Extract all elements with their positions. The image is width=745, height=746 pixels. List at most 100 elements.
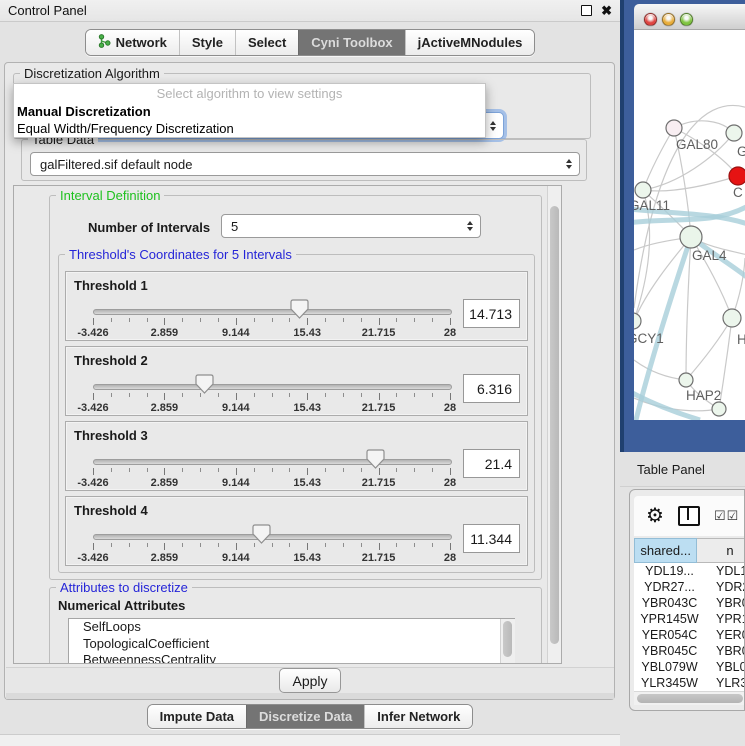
svg-text:H: H xyxy=(737,332,745,347)
slider-handle-icon[interactable] xyxy=(290,299,309,319)
attributes-scrollbar[interactable] xyxy=(500,619,515,664)
table-hscrollbar-thumb[interactable] xyxy=(637,694,743,703)
tab-label: Style xyxy=(192,35,223,50)
cyni-toolbox-panel: Discretization Algorithm Table Data galF… xyxy=(4,62,615,700)
window-title: Control Panel xyxy=(8,3,87,18)
top-tab-bar: Network Style Select Cyni ToolboxjActiveMNo… xyxy=(85,29,536,56)
gear-icon[interactable]: ⚙ xyxy=(646,506,664,526)
control-panel-window: Control Panel ✖ Network Style Select Cyni T… xyxy=(0,0,620,745)
cell-name: YDL1 xyxy=(705,564,745,578)
settings-scrollbar[interactable] xyxy=(547,186,562,663)
algorithm-option-equal-width-frequency-discretization[interactable]: Equal Width/Frequency Discretization xyxy=(14,120,485,137)
network-node xyxy=(712,402,726,416)
attribute-item-topologicalcoefficient[interactable]: TopologicalCoefficient xyxy=(69,636,514,653)
float-panel-icon[interactable] xyxy=(581,5,592,16)
scale-label: 21.715 xyxy=(362,402,396,414)
table-panel-title: Table Panel xyxy=(637,462,705,477)
svg-text:GAL11: GAL11 xyxy=(634,198,670,213)
network-canvas[interactable]: GAL80GACGAL11GAL4GCY1HHAP2 xyxy=(634,30,745,420)
table-row[interactable]: YPR145WYPR1 xyxy=(634,611,745,627)
svg-text:GCY1: GCY1 xyxy=(634,331,664,346)
top-tab-row: Network Style Select Cyni ToolboxjActiveMNo… xyxy=(0,29,620,56)
network-node-c xyxy=(729,167,745,185)
scale-label: 28 xyxy=(444,477,456,489)
network-node-ga xyxy=(726,125,742,141)
tab-impute-data[interactable]: Impute Data xyxy=(148,705,246,728)
table-data-combo[interactable]: galFiltered.sif default node xyxy=(30,152,580,176)
table-data-group: Table Data galFiltered.sif default node xyxy=(21,139,587,181)
table-row[interactable]: YBR045CYBR0 xyxy=(634,643,745,659)
algorithm-group-title: Discretization Algorithm xyxy=(20,66,164,81)
scale-label: 21.715 xyxy=(362,327,396,339)
table-row[interactable]: YDL19...YDL1 xyxy=(634,563,745,579)
table-row[interactable]: YBR043CYBR0 xyxy=(634,595,745,611)
slider-handle-icon[interactable] xyxy=(366,449,385,469)
numerical-attributes-list[interactable]: SelfLoopsTopologicalCoefficientBetweenne… xyxy=(68,618,515,664)
traffic-light-minimize-icon[interactable] xyxy=(662,13,675,26)
threshold-value-field[interactable]: 6.316 xyxy=(463,374,520,403)
tab-infer-network[interactable]: Infer Network xyxy=(364,705,472,728)
threshold-value-field[interactable]: 14.713 xyxy=(463,299,520,328)
cell-shared-name: YLR345W xyxy=(634,676,705,690)
algorithm-prompt-item[interactable]: Select algorithm to view settings xyxy=(14,84,485,103)
number-of-intervals-spinner[interactable]: 5 xyxy=(221,214,481,238)
threshold-value-field[interactable]: 21.4 xyxy=(463,449,520,478)
scale-label: 9.144 xyxy=(222,327,250,339)
table-panel: ⚙ ☑☑ shared...n YDL19...YDL1YDR27...YDR2… xyxy=(629,489,745,711)
tab-cyni-toolbox[interactable]: Cyni Toolbox xyxy=(298,30,404,55)
bottom-strip xyxy=(0,734,620,746)
table-row[interactable]: YDR27...YDR2 xyxy=(634,579,745,595)
spinner-arrows-icon xyxy=(467,221,473,231)
network-window-titlebar xyxy=(634,4,745,30)
tab-jactivemnodules[interactable]: jActiveMNodules xyxy=(405,30,535,55)
scale-label: 15.43 xyxy=(293,327,321,339)
combo-arrows-icon xyxy=(566,159,572,169)
scale-label: 15.43 xyxy=(293,552,321,564)
column-header-n[interactable]: n xyxy=(697,538,745,563)
slider-handle-icon[interactable] xyxy=(195,374,214,394)
scale-label: 9.144 xyxy=(222,477,250,489)
column-layout-icon[interactable] xyxy=(678,506,700,526)
attribute-item-betweennesscentrality[interactable]: BetweennessCentrality xyxy=(69,652,514,664)
table-hscrollbar[interactable] xyxy=(634,691,745,705)
table-row[interactable]: YLR345WYLR3 xyxy=(634,675,745,691)
scale-label: -3.426 xyxy=(77,477,108,489)
apply-button[interactable]: Apply xyxy=(279,668,341,693)
threshold-value-field[interactable]: 11.344 xyxy=(463,524,520,553)
tab-label: Select xyxy=(248,35,286,50)
algorithm-option-manual-discretization[interactable]: Manual Discretization xyxy=(14,103,485,120)
threshold-panel-4: Threshold 4 -3.4262.8599.14415.4321.7152… xyxy=(65,496,528,566)
close-icon[interactable]: ✖ xyxy=(601,6,612,16)
tab-label: Infer Network xyxy=(377,709,460,724)
tab-discretize-data[interactable]: Discretize Data xyxy=(246,705,364,728)
tab-select[interactable]: Select xyxy=(235,30,298,55)
threshold-panel-1: Threshold 1 -3.4262.8599.14415.4321.7152… xyxy=(65,271,528,341)
attributes-scrollbar-thumb[interactable] xyxy=(503,621,512,657)
cell-name: YLR3 xyxy=(705,676,745,690)
traffic-light-close-icon[interactable] xyxy=(644,13,657,26)
tab-network[interactable]: Network xyxy=(86,30,179,55)
scale-label: -3.426 xyxy=(77,552,108,564)
attribute-item-selfloops[interactable]: SelfLoops xyxy=(69,619,514,636)
column-header-shared-[interactable]: shared... xyxy=(634,538,697,563)
scale-label: -3.426 xyxy=(77,402,108,414)
table-rows: YDL19...YDL1YDR27...YDR2YBR043CYBR0YPR14… xyxy=(634,563,745,691)
svg-text:GAL80: GAL80 xyxy=(676,137,718,152)
network-node-h xyxy=(723,309,741,327)
select-columns-icon[interactable]: ☑☑ xyxy=(714,508,739,524)
scale-label: 21.715 xyxy=(362,477,396,489)
table-toolbar: ⚙ ☑☑ xyxy=(634,496,745,536)
cell-shared-name: YBR045C xyxy=(634,644,705,658)
traffic-light-zoom-icon[interactable] xyxy=(680,13,693,26)
slider-handle-icon[interactable] xyxy=(252,524,271,544)
cell-name: YER0 xyxy=(705,628,745,642)
cell-name: YBL0 xyxy=(705,660,745,674)
table-row[interactable]: YER054CYER0 xyxy=(634,627,745,643)
cell-shared-name: YER054C xyxy=(634,628,705,642)
network-node-hap2 xyxy=(679,373,693,387)
settings-scrollbar-thumb[interactable] xyxy=(550,206,559,644)
table-data-combo-value: galFiltered.sif default node xyxy=(40,157,192,172)
table-header: shared...n xyxy=(634,538,745,563)
tab-style[interactable]: Style xyxy=(179,30,235,55)
table-row[interactable]: YBL079WYBL0 xyxy=(634,659,745,675)
